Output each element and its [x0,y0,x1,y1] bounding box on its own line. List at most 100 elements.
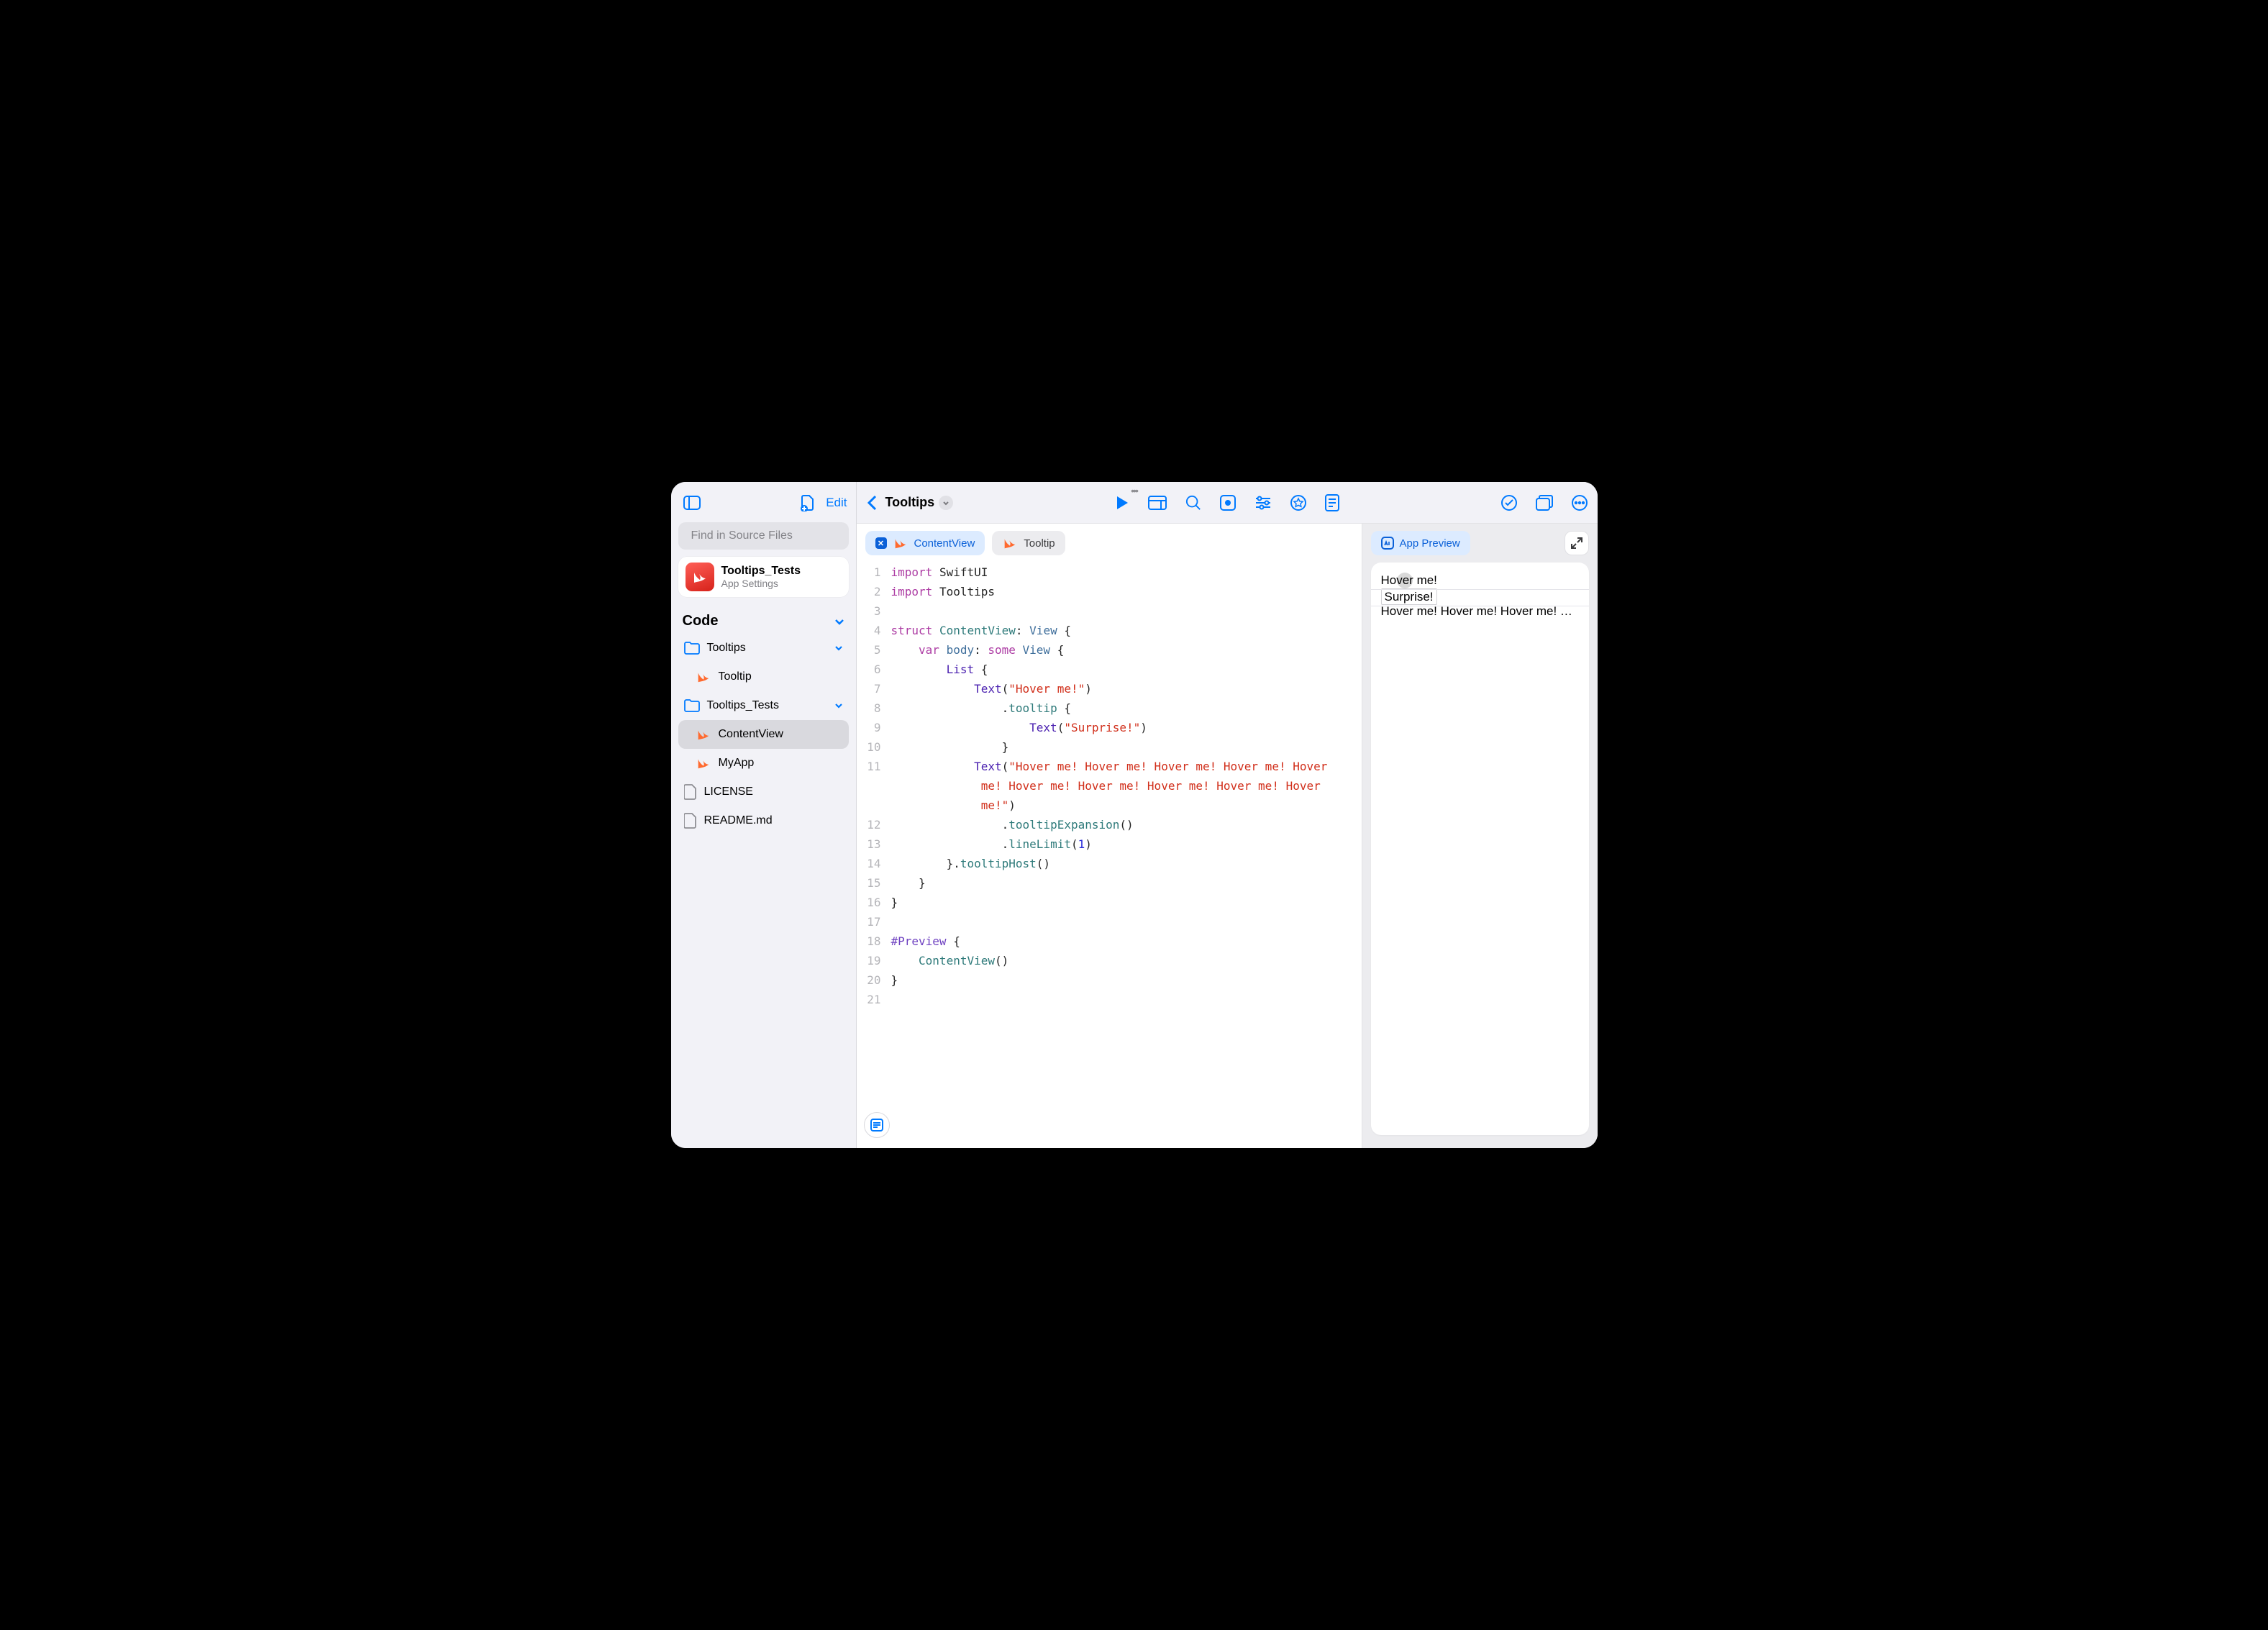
new-file-button[interactable] [796,491,820,515]
preview-canvas[interactable]: Hover me! Surprise! Hover me! Hover me! … [1371,563,1589,1135]
code-line[interactable]: me!") [857,796,1362,815]
code-line[interactable]: 2import Tooltips [857,582,1362,601]
line-number: 6 [857,660,891,679]
sidebar-item-label: Tooltips [707,642,746,655]
quick-help-button[interactable] [864,1112,890,1138]
notes-button[interactable] [1325,494,1339,511]
app-settings-card[interactable]: Tooltips_Tests App Settings [678,557,849,597]
code-line[interactable]: 5 var body: some View { [857,640,1362,660]
code-content: var body: some View { [891,640,1079,660]
sidebar-item-myapp[interactable]: MyApp [678,749,849,778]
toolbar: Tooltips [857,482,1598,524]
back-button[interactable] [867,494,878,511]
chevron-down-icon [834,701,843,710]
preview-list-row[interactable]: Hover me! Hover me! Hover me! Hover me! … [1371,599,1589,624]
tab-tooltip[interactable]: Tooltip [992,531,1065,555]
preview-tab[interactable]: App Preview [1371,531,1470,555]
favorites-button[interactable] [1290,495,1306,511]
preview-list-row[interactable]: Hover me! [1371,568,1589,590]
breadcrumb-title: Tooltips [885,495,935,510]
tab-contentview[interactable]: ✕ContentView [865,531,985,555]
code-content: .lineLimit(1) [891,834,1106,854]
code-editor[interactable]: 1import SwiftUI2import Tooltips3 4struct… [857,560,1362,1148]
search-input-container[interactable] [678,522,849,550]
code-line[interactable]: 13 .lineLimit(1) [857,834,1362,854]
code-line[interactable]: 11 Text("Hover me! Hover me! Hover me! H… [857,757,1362,776]
window-handle-icon[interactable]: ••• [1131,485,1137,496]
toggle-sidebar-button[interactable] [680,491,704,515]
code-content: } [891,873,940,893]
run-button[interactable] [1115,495,1129,511]
folder-icon [684,699,700,712]
sidebar-item-tooltip[interactable]: Tooltip [678,663,849,691]
sidebar-item-label: Tooltips_Tests [707,699,780,712]
code-line[interactable]: 16} [857,893,1362,912]
code-line[interactable]: 20} [857,970,1362,990]
find-button[interactable] [1185,495,1201,511]
code-content: } [891,970,913,990]
line-number: 16 [857,893,891,912]
sidebar-item-tooltips-tests[interactable]: Tooltips_Tests [678,691,849,720]
code-line[interactable]: 1import SwiftUI [857,563,1362,582]
sidebar-item-label: README.md [704,814,773,827]
code-line[interactable]: 15 } [857,873,1362,893]
code-line[interactable]: 19 ContentView() [857,951,1362,970]
line-number: 17 [857,912,891,932]
sidebar-item-label: MyApp [719,757,755,770]
code-line[interactable]: 6 List { [857,660,1362,679]
edit-button[interactable]: Edit [826,496,847,510]
code-line[interactable]: 9 Text("Surprise!") [857,718,1362,737]
file-icon [684,784,697,800]
code-line[interactable]: 7 Text("Hover me!") [857,679,1362,698]
app-preview-icon [1381,537,1394,550]
sidebar-item-contentview[interactable]: ContentView [678,720,849,749]
search-input[interactable] [691,529,840,542]
code-line[interactable]: 21 [857,990,1362,1009]
line-number: 10 [857,737,891,757]
settings-sliders-button[interactable] [1254,496,1272,510]
app-title: Tooltips_Tests [721,565,801,578]
tab-label: Tooltip [1024,537,1055,550]
line-number: 18 [857,932,891,951]
swift-icon [1002,535,1018,551]
chevron-down-icon [939,496,953,510]
breadcrumb[interactable]: Tooltips [885,495,954,510]
code-line[interactable]: 8 .tooltip { [857,698,1362,718]
sidebar-item-readme-md[interactable]: README.md [678,806,849,835]
code-content: me! Hover me! Hover me! Hover me! Hover … [891,776,1342,796]
library-button[interactable] [1148,496,1167,510]
line-number: 21 [857,990,891,1009]
sidebar: Edit Tooltips_Tests App Settings [671,482,857,1148]
sidebar-item-license[interactable]: LICENSE [678,778,849,806]
swift-icon [696,755,711,771]
line-number: 13 [857,834,891,854]
chevron-down-icon [834,616,844,627]
tabs-button[interactable] [1536,495,1553,511]
code-line[interactable]: me! Hover me! Hover me! Hover me! Hover … [857,776,1362,796]
code-content: List { [891,660,1003,679]
line-number [857,776,891,796]
more-button[interactable] [1572,495,1588,511]
expand-preview-button[interactable] [1565,531,1589,555]
code-content: struct ContentView: View { [891,621,1085,640]
preview-pane: App Preview Hover me! Surprise! [1362,524,1598,1148]
code-line[interactable]: 12 .tooltipExpansion() [857,815,1362,834]
code-line[interactable]: 4struct ContentView: View { [857,621,1362,640]
line-number: 9 [857,718,891,737]
code-line[interactable]: 17 [857,912,1362,932]
code-content: import Tooltips [891,582,1010,601]
preview-tab-label: App Preview [1400,537,1460,550]
line-number: 5 [857,640,891,660]
code-content: Text("Hover me!") [891,679,1106,698]
breakpoint-button[interactable] [1220,495,1236,511]
code-line[interactable]: 10 } [857,737,1362,757]
code-line[interactable]: 3 [857,601,1362,621]
section-header-code[interactable]: Code [678,609,849,634]
issues-button[interactable] [1501,495,1517,511]
code-line[interactable]: 14 }.tooltipHost() [857,854,1362,873]
code-line[interactable]: 18#Preview { [857,932,1362,951]
code-content: import SwiftUI [891,563,1003,582]
sidebar-item-tooltips[interactable]: Tooltips [678,634,849,663]
close-tab-icon[interactable]: ✕ [875,537,887,549]
tab-bar: ✕ContentView Tooltip [857,524,1362,560]
